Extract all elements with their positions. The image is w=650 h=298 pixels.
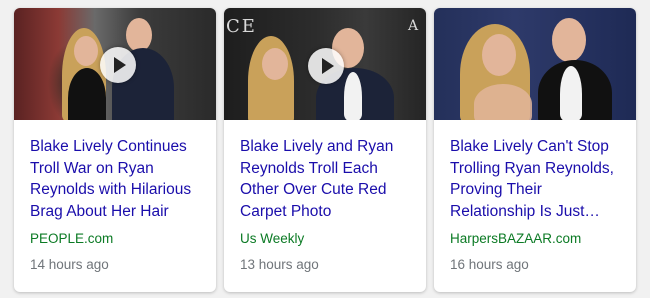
thumbnail-image	[434, 8, 636, 120]
news-card[interactable]: Blake Lively Can't Stop Trolling Ryan Re…	[434, 8, 636, 292]
news-card[interactable]: CE A Blake Lively and Ryan Reynolds Trol…	[224, 8, 426, 292]
person-head	[74, 36, 98, 66]
timestamp: 13 hours ago	[240, 257, 319, 272]
headline-link[interactable]: Blake Lively Continues Troll War on Ryan…	[30, 136, 200, 222]
person-head	[262, 48, 288, 80]
backdrop-text: A	[408, 18, 421, 34]
person-head	[126, 18, 152, 52]
video-thumbnail[interactable]	[14, 8, 216, 120]
timestamp: 16 hours ago	[450, 257, 529, 272]
news-card[interactable]: Blake Lively Continues Troll War on Ryan…	[14, 8, 216, 292]
person-shirt	[344, 72, 362, 120]
image-thumbnail[interactable]	[434, 8, 636, 120]
person-head	[552, 18, 586, 62]
timestamp: 14 hours ago	[30, 257, 109, 272]
source-name: PEOPLE.com	[30, 231, 114, 246]
headline-link[interactable]: Blake Lively Can't Stop Trolling Ryan Re…	[450, 136, 620, 222]
play-icon[interactable]	[100, 47, 136, 83]
source-name: HarpersBAZAAR.com	[450, 231, 582, 246]
headline-link[interactable]: Blake Lively and Ryan Reynolds Troll Eac…	[240, 136, 410, 222]
news-carousel: Blake Lively Continues Troll War on Ryan…	[0, 0, 650, 298]
source-name: Us Weekly	[240, 231, 305, 246]
person-shirt	[560, 66, 582, 120]
video-thumbnail[interactable]: CE A	[224, 8, 426, 120]
person-head	[482, 34, 516, 76]
play-icon[interactable]	[308, 48, 344, 84]
person-figure	[68, 68, 106, 120]
backdrop-text: CE	[226, 16, 257, 37]
person-figure	[474, 84, 532, 120]
